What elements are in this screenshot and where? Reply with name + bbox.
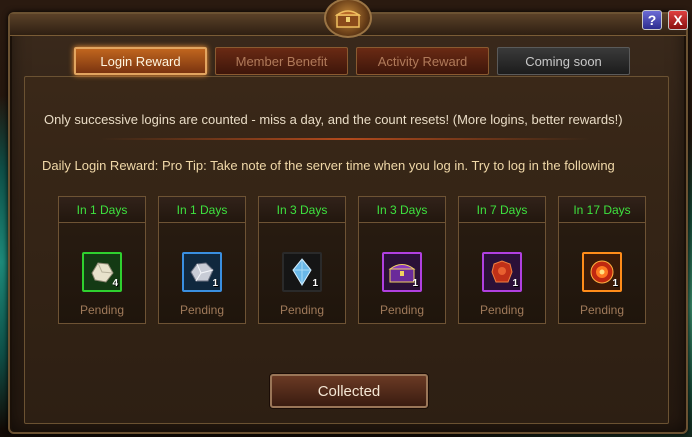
tab-login-reward[interactable]: Login Reward xyxy=(74,47,207,75)
reward-item-slot[interactable]: 1 xyxy=(382,252,422,292)
reward-days: In 3 Days xyxy=(259,197,345,223)
divider xyxy=(100,138,590,140)
reward-status: Pending xyxy=(79,303,125,317)
reward-card: In 3 Days 1 Pending xyxy=(258,196,346,324)
reward-days: In 17 Days xyxy=(559,197,645,223)
reward-card: In 17 Days 1 Pending xyxy=(558,196,646,324)
reward-item-slot[interactable]: 1 xyxy=(282,252,322,292)
reward-days: In 1 Days xyxy=(59,197,145,223)
reward-card: In 7 Days 1 Pending xyxy=(458,196,546,324)
help-button[interactable]: ? xyxy=(642,10,662,30)
reward-item-slot[interactable]: 1 xyxy=(582,252,622,292)
close-button[interactable]: X xyxy=(668,10,688,30)
tab-activity-reward[interactable]: Activity Reward xyxy=(356,47,489,75)
reward-status: Pending xyxy=(279,303,325,317)
reward-quantity: 1 xyxy=(312,278,318,289)
reward-status: Pending xyxy=(179,303,225,317)
reward-card: In 3 Days 1 Pending xyxy=(358,196,446,324)
reward-quantity: 1 xyxy=(412,278,418,289)
reward-item-slot[interactable]: 1 xyxy=(182,252,222,292)
tab-coming-soon[interactable]: Coming soon xyxy=(497,47,630,75)
reward-card: In 1 Days 1 Pending xyxy=(158,196,246,324)
reward-status: Pending xyxy=(579,303,625,317)
tab-member-benefit[interactable]: Member Benefit xyxy=(215,47,348,75)
reward-days: In 7 Days xyxy=(459,197,545,223)
reward-days: In 3 Days xyxy=(359,197,445,223)
reward-quantity: 1 xyxy=(212,278,218,289)
blue-crystal-icon xyxy=(292,258,312,286)
reward-status: Pending xyxy=(479,303,525,317)
reward-item-slot[interactable]: 1 xyxy=(482,252,522,292)
reward-item-slot[interactable]: 4 xyxy=(82,252,122,292)
intro-text: Only successive logins are counted - mis… xyxy=(44,112,623,127)
tip-text: Daily Login Reward: Pro Tip: Take note o… xyxy=(42,158,615,173)
reward-card: In 1 Days 4 Pending xyxy=(58,196,146,324)
reward-cards: In 1 Days 4 Pending In 1 Days 1 Pending … xyxy=(58,196,646,324)
reward-days: In 1 Days xyxy=(159,197,245,223)
reward-quantity: 4 xyxy=(112,278,118,289)
reward-quantity: 1 xyxy=(612,278,618,289)
collected-button[interactable]: Collected xyxy=(270,374,428,408)
reward-status: Pending xyxy=(379,303,425,317)
reward-quantity: 1 xyxy=(512,278,518,289)
tab-bar: Login Reward Member Benefit Activity Rew… xyxy=(74,47,630,75)
